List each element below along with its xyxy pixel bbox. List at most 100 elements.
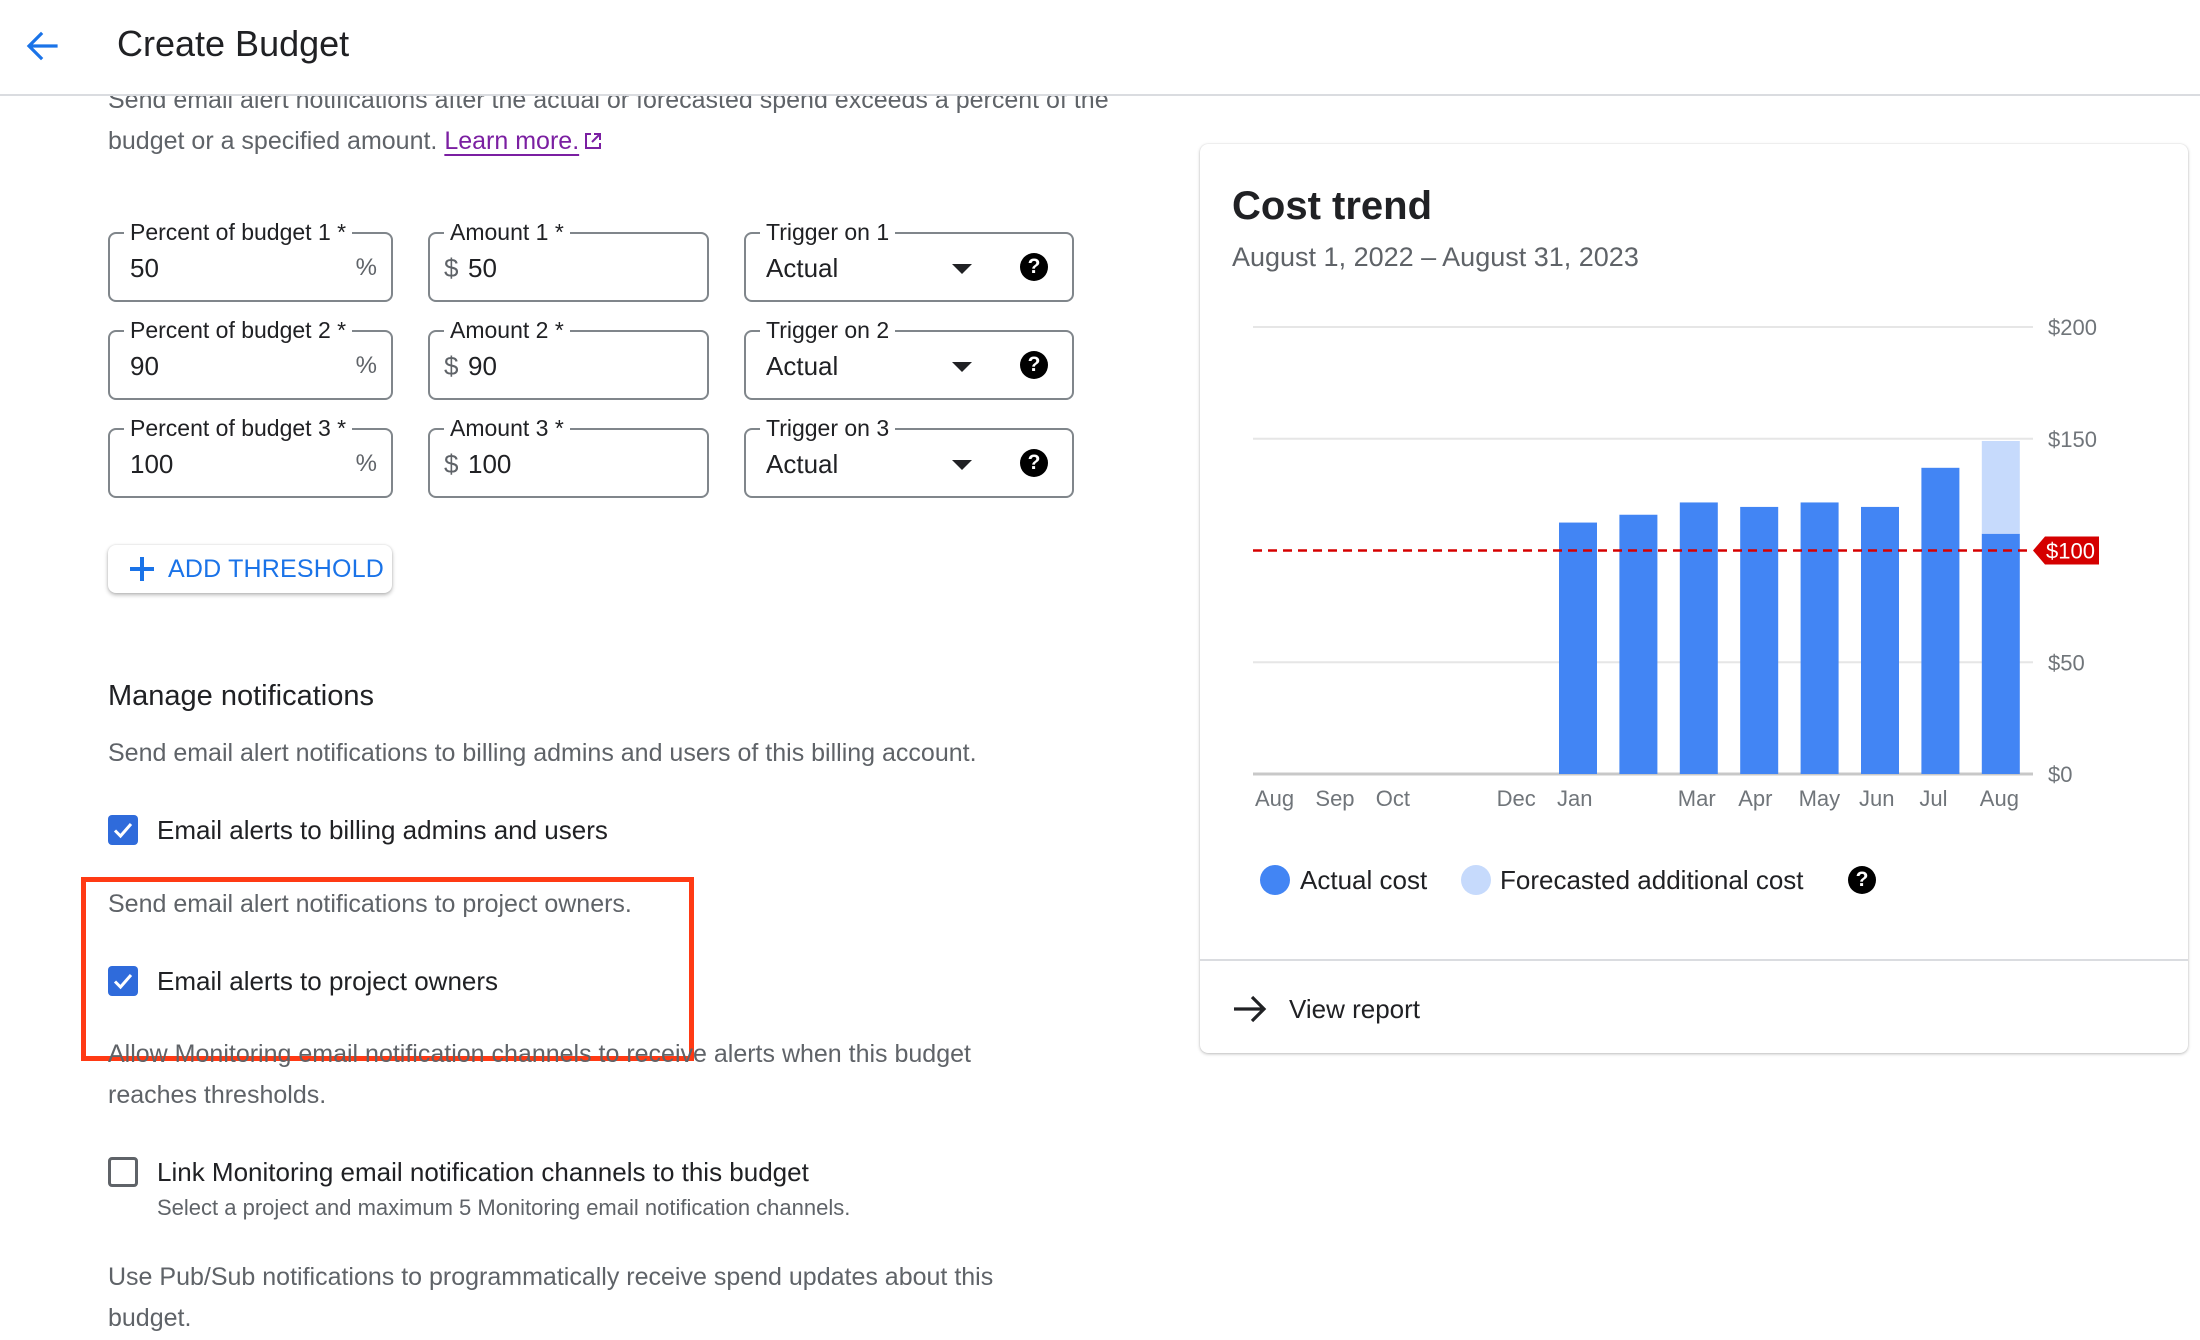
amount-1-value[interactable]: 50 — [468, 252, 497, 284]
project-owners-description: Send email alert notifications to projec… — [108, 890, 632, 918]
amount-2-value[interactable]: 90 — [468, 350, 497, 382]
dropdown-arrow-icon[interactable] — [952, 460, 972, 470]
trigger-on-3-select[interactable]: Trigger on 3 Actual ? — [744, 414, 1074, 498]
monitoring-description-line-1: Allow Monitoring email notification chan… — [108, 1040, 971, 1068]
trigger-on-3-label: Trigger on 3 — [760, 414, 896, 442]
page-title: Create Budget — [117, 23, 350, 64]
percent-suffix: % — [355, 254, 377, 281]
add-threshold-button[interactable]: ADD THRESHOLD — [108, 545, 392, 593]
x-tick-label: Aug — [1980, 786, 2019, 811]
percent-of-budget-1-field[interactable]: Percent of budget 1 * 50 % — [108, 218, 393, 302]
amount-3-label: Amount 3 * — [444, 414, 570, 442]
percent-of-budget-1-label: Percent of budget 1 * — [124, 218, 353, 246]
percent-suffix: % — [355, 352, 377, 379]
monitoring-channels-checkbox-label[interactable]: Link Monitoring email notification chann… — [157, 1156, 809, 1188]
percent-of-budget-1-value[interactable]: 50 — [130, 252, 159, 284]
forecast-cost-legend-swatch — [1461, 865, 1491, 895]
x-tick-label: Sep — [1315, 786, 1354, 811]
actual-cost-bar — [1921, 467, 1960, 774]
x-tick-label: Jan — [1557, 786, 1592, 811]
threshold-description-text: Send email alert notifications after the… — [108, 86, 1109, 155]
pubsub-description-line-2: budget. — [108, 1304, 192, 1332]
x-tick-label: Aug — [1255, 786, 1294, 811]
trigger-on-3-value: Actual — [766, 449, 839, 479]
dropdown-arrow-icon[interactable] — [952, 264, 972, 274]
currency-prefix: $ — [444, 449, 459, 479]
budget-marker-label: $100 — [2046, 539, 2095, 564]
help-icon[interactable]: ? — [1020, 449, 1048, 477]
x-tick-label: Dec — [1497, 786, 1536, 811]
view-report-link[interactable]: View report — [1230, 989, 1490, 1029]
add-threshold-label: ADD THRESHOLD — [168, 555, 385, 583]
percent-of-budget-2-value[interactable]: 90 — [130, 350, 159, 382]
cost-trend-chart: $0 $50 $150 $200 Aug Sep Oct Dec Jan Mar Apr May Jun… — [1253, 315, 2099, 811]
y-tick-label: $200 — [2048, 315, 2097, 340]
learn-more-label: Learn more. — [444, 127, 580, 155]
x-tick-label: Mar — [1678, 786, 1716, 811]
amount-1-label: Amount 1 * — [444, 218, 570, 246]
external-link-icon — [585, 133, 602, 149]
project-owners-checkbox-label[interactable]: Email alerts to project owners — [157, 965, 498, 997]
monitoring-description-line-2: reaches thresholds. — [108, 1081, 327, 1109]
x-tick-label: May — [1799, 786, 1841, 811]
trigger-on-2-label: Trigger on 2 — [760, 316, 896, 344]
arrow-forward-icon — [1234, 995, 1267, 1023]
legend-help-icon[interactable]: ? — [1848, 866, 1876, 894]
x-tick-label: Jun — [1859, 786, 1894, 811]
actual-cost-bar — [1740, 506, 1779, 774]
trigger-on-1-select[interactable]: Trigger on 1 Actual ? — [744, 218, 1074, 302]
forecast-cost-legend-label: Forecasted additional cost — [1500, 865, 1804, 895]
percent-of-budget-3-value[interactable]: 100 — [130, 448, 173, 480]
x-tick-label: Oct — [1376, 786, 1410, 811]
page-header: Create Budget — [0, 0, 2200, 96]
help-icon[interactable]: ? — [1020, 351, 1048, 379]
currency-prefix: $ — [444, 253, 459, 283]
arrow-back-icon — [26, 31, 58, 61]
learn-more-link[interactable]: Learn more. — [444, 127, 603, 155]
card-divider — [1200, 959, 2188, 961]
percent-suffix: % — [355, 450, 377, 477]
actual-cost-legend-label: Actual cost — [1300, 865, 1428, 895]
y-tick-label: $0 — [2048, 762, 2072, 787]
monitoring-description: Allow Monitoring email notification chan… — [108, 1034, 971, 1116]
trigger-on-1-value: Actual — [766, 253, 839, 283]
percent-of-budget-2-label: Percent of budget 2 * — [124, 316, 353, 344]
x-tick-label: Apr — [1738, 786, 1772, 811]
percent-of-budget-2-field[interactable]: Percent of budget 2 * 90 % — [108, 316, 393, 400]
actual-cost-bar — [1559, 522, 1597, 774]
amount-2-field[interactable]: Amount 2 * $ 90 — [428, 316, 709, 400]
amount-1-field[interactable]: Amount 1 * $ 50 — [428, 218, 709, 302]
actual-cost-bar — [1800, 502, 1839, 774]
trigger-on-1-label: Trigger on 1 — [760, 218, 896, 246]
billing-admins-checkbox-label[interactable]: Email alerts to billing admins and users — [157, 814, 608, 846]
view-report-label: View report — [1289, 994, 1421, 1024]
amount-3-value[interactable]: 100 — [468, 448, 511, 480]
y-tick-label: $50 — [2048, 650, 2085, 675]
percent-of-budget-3-field[interactable]: Percent of budget 3 * 100 % — [108, 414, 393, 498]
back-button[interactable] — [22, 26, 62, 66]
pubsub-description-line-1: Use Pub/Sub notifications to programmati… — [108, 1263, 994, 1291]
project-owners-checkbox[interactable] — [108, 966, 138, 996]
billing-notifications-description: Send email alert notifications to billin… — [108, 739, 977, 767]
billing-admins-checkbox[interactable] — [108, 815, 138, 845]
help-icon[interactable]: ? — [1020, 253, 1048, 281]
trigger-on-2-select[interactable]: Trigger on 2 Actual ? — [744, 316, 1074, 400]
actual-cost-bar — [1619, 514, 1658, 774]
forecast-cost-bar — [1981, 440, 2020, 534]
actual-cost-bar — [1861, 506, 1899, 774]
y-tick-label: $150 — [2048, 427, 2097, 452]
amount-3-field[interactable]: Amount 3 * $ 100 — [428, 414, 709, 498]
trigger-on-2-value: Actual — [766, 351, 839, 381]
actual-cost-bar — [1679, 502, 1718, 774]
monitoring-channels-hint: Select a project and maximum 5 Monitorin… — [157, 1195, 851, 1220]
chart-legend: Actual cost Forecasted additional cost ? — [1260, 864, 2160, 896]
percent-of-budget-3-label: Percent of budget 3 * — [124, 414, 353, 442]
currency-prefix: $ — [444, 351, 459, 381]
cost-trend-card: Cost trend August 1, 2022 – August 31, 2… — [1200, 144, 2188, 1053]
monitoring-channels-checkbox[interactable] — [108, 1157, 138, 1187]
pubsub-description: Use Pub/Sub notifications to programmati… — [108, 1257, 993, 1339]
checkmark-icon — [113, 823, 133, 839]
amount-2-label: Amount 2 * — [444, 316, 570, 344]
actual-cost-legend-swatch — [1260, 865, 1290, 895]
dropdown-arrow-icon[interactable] — [952, 362, 972, 372]
